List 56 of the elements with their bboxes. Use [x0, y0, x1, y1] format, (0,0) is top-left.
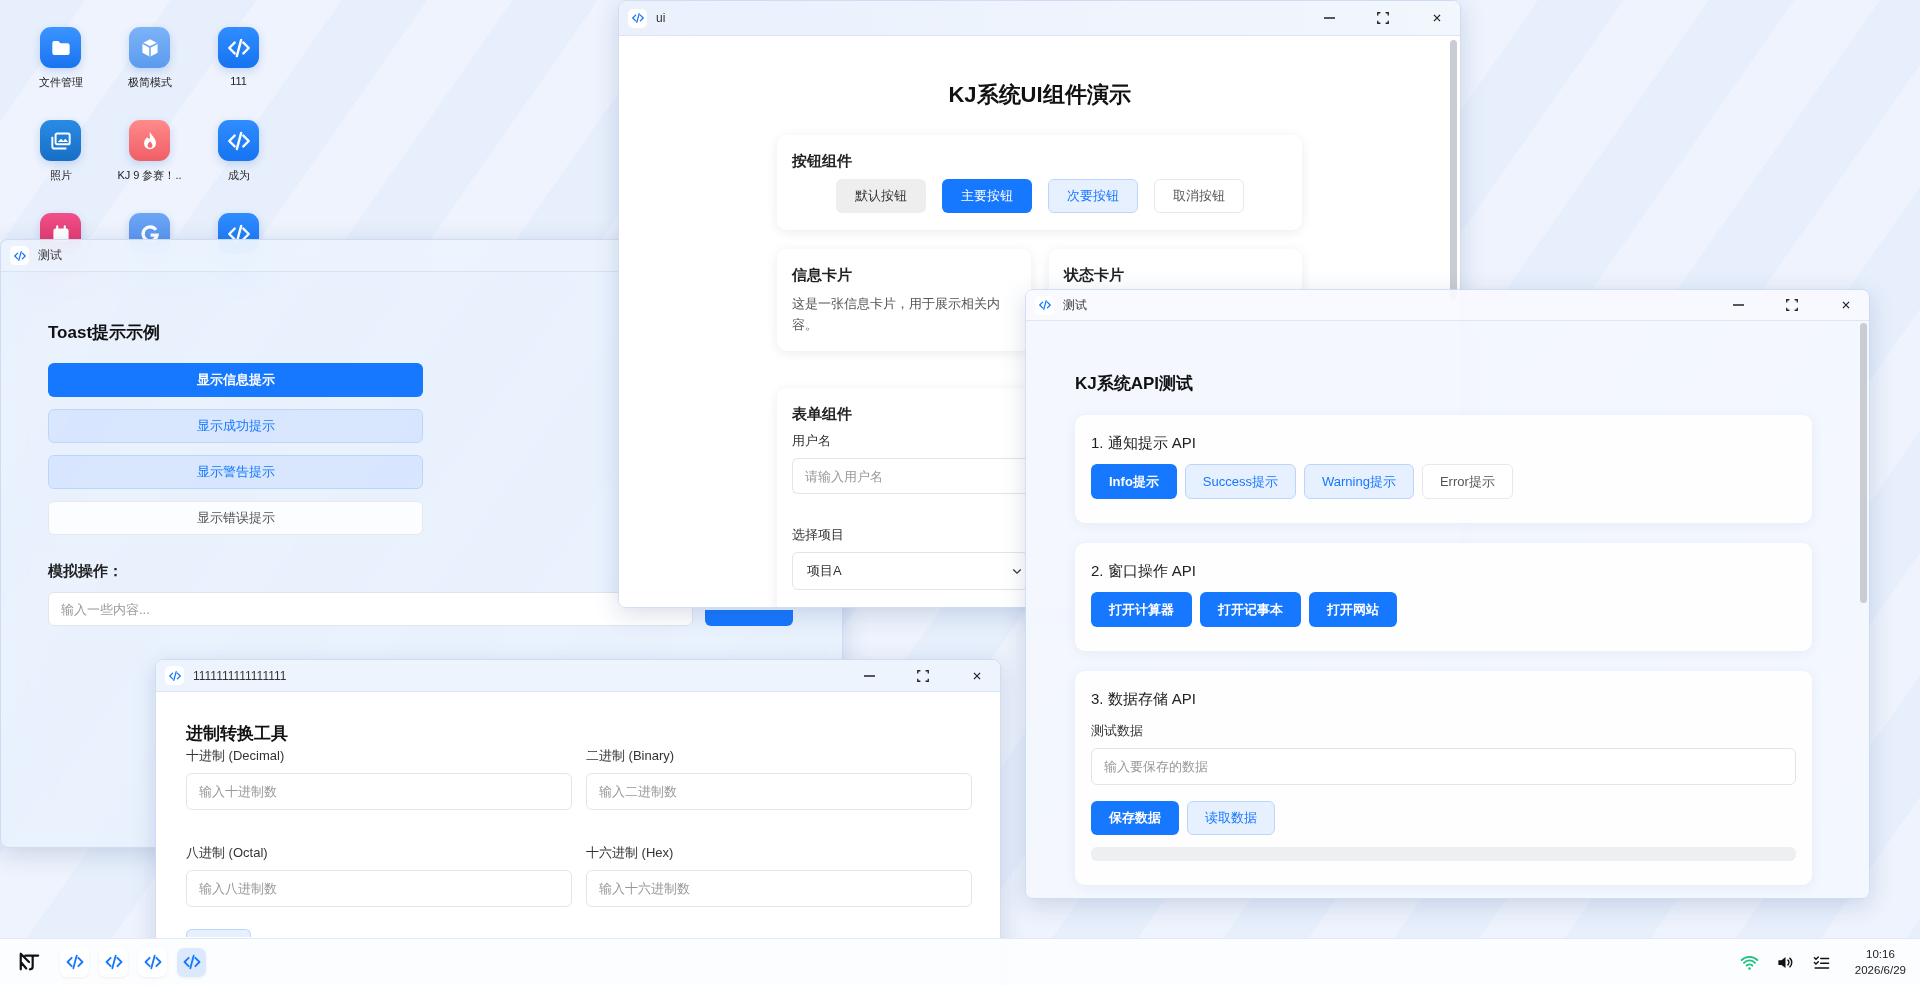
card-title: 3. 数据存储 API [1091, 689, 1198, 709]
button[interactable]: 次要按钮 [1047, 179, 1138, 213]
page-heading: KJ系统UI组件演示 [948, 81, 1131, 109]
button[interactable]: 默认按钮 [835, 179, 926, 213]
button[interactable]: 显示成功提示 [48, 409, 423, 443]
input-field[interactable]: 输入十六进制数 [586, 870, 972, 907]
button[interactable]: 打开网站 [1309, 592, 1397, 627]
clock-time: 10:16 [1866, 947, 1895, 962]
section-label: 模拟操作： [48, 561, 123, 581]
button[interactable]: 取消按钮 [1153, 179, 1244, 213]
input-field[interactable]: 输入十进制数 [186, 773, 572, 810]
desktop-icon-label: KJ 9 参赛！.. [117, 168, 182, 183]
field-label: 测试数据 [1091, 722, 1144, 739]
card-title: 状态卡片 [1063, 265, 1125, 285]
window-title: 测试 [38, 247, 63, 264]
section-heading: 进制转换工具 [186, 723, 288, 745]
clock-date: 2026/6/29 [1854, 963, 1906, 978]
card-title: 表单组件 [792, 404, 853, 424]
window-title: 测试 [1063, 296, 1088, 314]
card-title: 2. 窗口操作 API [1091, 561, 1198, 581]
field-label: 用户名 [792, 432, 831, 450]
input-field[interactable]: 输入二进制数 [586, 773, 972, 810]
input-field[interactable]: 请输入用户名 [792, 458, 1028, 494]
desktop-icon-label: 成为 [227, 168, 250, 183]
button[interactable]: 显示信息提示 [48, 363, 423, 397]
button[interactable]: Success提示 [1184, 464, 1296, 499]
button[interactable]: 主要按钮 [941, 179, 1032, 213]
section-heading: Toast提示示例 [48, 322, 161, 344]
desktop-icon-label: 文件管理 [38, 75, 83, 90]
card-title: 1. 通知提示 API [1091, 433, 1198, 453]
card-title: 信息卡片 [792, 265, 853, 285]
button[interactable]: 读取数据 [1187, 801, 1275, 835]
section-heading: KJ系统API测试 [1075, 373, 1194, 395]
input-field[interactable]: 输入八进制数 [186, 870, 572, 907]
button[interactable]: Error提示 [1421, 464, 1513, 499]
button[interactable]: 显示错误提示 [48, 501, 423, 535]
input-field[interactable]: 输入要保存的数据 [1091, 748, 1796, 785]
button[interactable]: Warning提示 [1303, 464, 1414, 499]
window-title: 1111111111111111 [193, 668, 288, 683]
card-title: 按钮组件 [792, 151, 853, 171]
desktop-icon-label: 111 [230, 75, 247, 87]
desktop-icon-label: 极简模式 [127, 75, 172, 90]
button[interactable]: 打开记事本 [1200, 592, 1301, 627]
input-field[interactable]: 输入一些内容... [48, 592, 693, 626]
button[interactable]: 保存数据 [1091, 801, 1179, 835]
field-label: 二进制 (Binary) [586, 747, 676, 765]
field-label: 八进制 (Octal) [186, 844, 269, 862]
button[interactable]: 打开计算器 [1091, 592, 1192, 627]
window-title: ui [656, 11, 667, 25]
button[interactable]: Info提示 [1091, 464, 1177, 499]
button[interactable]: 显示警告提示 [48, 455, 423, 489]
field-label: 十六进制 (Hex) [586, 844, 675, 862]
field-label: 选择项目 [792, 526, 844, 544]
field-label: 十进制 (Decimal) [186, 747, 286, 765]
desktop-icon-label: 照片 [49, 168, 72, 183]
card-text: 这是一张信息卡片，用于展示相关内容。 [792, 295, 1001, 334]
